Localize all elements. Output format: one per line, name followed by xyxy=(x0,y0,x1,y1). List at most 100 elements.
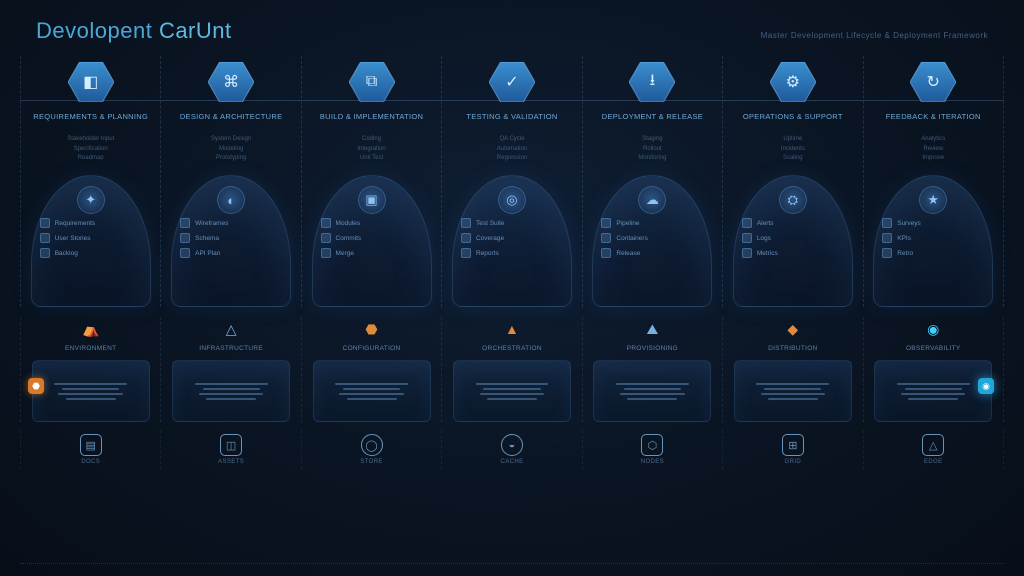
dome-item-label: Pipeline xyxy=(616,220,639,227)
platform-bar xyxy=(335,383,408,385)
dome-item: API Plan xyxy=(180,248,282,258)
dome-item: Wireframes xyxy=(180,218,282,228)
hex-glyph-icon: ⚙ xyxy=(786,72,800,92)
platform-panel xyxy=(874,360,992,422)
stage-subline: Rollout xyxy=(589,145,716,155)
dome-item-icon xyxy=(321,248,331,258)
platform-bar xyxy=(66,398,116,400)
dome-item-label: Requirements xyxy=(55,220,95,227)
platform-bar xyxy=(476,383,549,385)
footer-icon: ⬡ xyxy=(641,434,663,456)
dome-item-icon xyxy=(40,233,50,243)
footer-label: NODES xyxy=(641,459,664,465)
dome-item: Alerts xyxy=(742,218,844,228)
dome-item: Pipeline xyxy=(601,218,703,228)
stage-column: ⚙ OPERATIONS & SUPPORT UptimeIncidentsSc… xyxy=(722,56,862,307)
dome-icon: ◐ xyxy=(217,186,245,214)
dome-item: Logs xyxy=(742,233,844,243)
stage-hex-icon: ⚙ xyxy=(770,62,816,102)
platform-bar xyxy=(62,388,119,390)
dome-item: Retro xyxy=(882,248,984,258)
badge-build-icon: ⬣ xyxy=(28,378,44,394)
dome-item-label: API Plan xyxy=(195,250,220,257)
stage-column: ◧ REQUIREMENTS & PLANNING Stakeholder In… xyxy=(20,56,160,307)
dome-item-label: User Stories xyxy=(55,235,91,242)
stage-hex-icon: ⌘ xyxy=(208,62,254,102)
stage-dome: ☁ Pipeline Containers Release xyxy=(592,175,712,307)
stage-column: ↻ FEEDBACK & ITERATION AnalyticsReviewIm… xyxy=(863,56,1004,307)
footer-label: STORE xyxy=(360,459,383,465)
stage-column: ⧉ BUILD & IMPLEMENTATION CodingIntegrati… xyxy=(301,56,441,307)
hex-glyph-icon: ✓ xyxy=(505,72,518,92)
platform-label: ORCHESTRATION xyxy=(482,345,542,354)
platform-row: ⛺ ENVIRONMENT △ INFRASTRUCTURE ⬣ CONFIGU… xyxy=(0,317,1024,422)
platform-bar xyxy=(624,388,681,390)
footer-icon: ◫ xyxy=(220,434,242,456)
footer-icon: ◯ xyxy=(361,434,383,456)
footer-column: ◫ ASSETS xyxy=(160,430,300,469)
platform-label: ENVIRONMENT xyxy=(65,345,116,354)
dome-item-label: Containers xyxy=(616,235,647,242)
hex-glyph-icon: ◧ xyxy=(83,72,98,92)
dome-icon: ★ xyxy=(919,186,947,214)
hex-glyph-icon: ⧉ xyxy=(366,73,377,91)
dome-item-label: Schema xyxy=(195,235,219,242)
stage-subline: QA Cycle xyxy=(448,135,575,145)
stage-column: ⌘ DESIGN & ARCHITECTURE System DesignMod… xyxy=(160,56,300,307)
stage-subline: Staging xyxy=(589,135,716,145)
hex-glyph-icon: ⭳ xyxy=(650,69,656,96)
platform-icon: ◆ xyxy=(779,317,807,341)
dome-item-icon xyxy=(742,248,752,258)
platform-column: ⬣ CONFIGURATION xyxy=(301,317,441,422)
dome-item-icon xyxy=(461,218,471,228)
dome-item: Requirements xyxy=(40,218,142,228)
stage-subline: Improve xyxy=(870,154,997,164)
dome-icon: ⛭ xyxy=(779,186,807,214)
platform-icon: △ xyxy=(217,317,245,341)
dome-item-label: Merge xyxy=(336,250,354,257)
platform-icon: ◉ xyxy=(919,317,947,341)
stage-title: FEEDBACK & ITERATION xyxy=(870,112,997,132)
stage-hex-icon: ✓ xyxy=(489,62,535,102)
stage-title: BUILD & IMPLEMENTATION xyxy=(308,112,435,132)
dome-item-icon xyxy=(742,218,752,228)
dome-item-icon xyxy=(601,218,611,228)
stage-subline: Unit Test xyxy=(308,154,435,164)
platform-bar xyxy=(908,398,958,400)
stage-dome: ✦ Requirements User Stories Backlog xyxy=(31,175,151,307)
stage-title: DESIGN & ARCHITECTURE xyxy=(167,112,294,132)
platform-panel xyxy=(172,360,290,422)
badge-monitor-icon: ◉ xyxy=(978,378,994,394)
stage-sublines: QA CycleAutomationRegression xyxy=(448,135,575,167)
platform-column: ⛺ ENVIRONMENT xyxy=(20,317,160,422)
stage-subline: System Design xyxy=(167,135,294,145)
dome-item-icon xyxy=(882,233,892,243)
stage-column: ✓ TESTING & VALIDATION QA CycleAutomatio… xyxy=(441,56,581,307)
baseline-rule xyxy=(20,563,1004,564)
dome-item: KPIs xyxy=(882,233,984,243)
stage-dome: ▣ Modules Commits Merge xyxy=(312,175,432,307)
footer-label: ASSETS xyxy=(218,459,244,465)
platform-bar xyxy=(206,398,256,400)
stage-subline: Incidents xyxy=(729,145,856,155)
stage-sublines: Stakeholder InputSpecificationRoadmap xyxy=(27,135,154,167)
platform-bar xyxy=(487,398,537,400)
platform-bar xyxy=(483,388,540,390)
dome-icon: ◎ xyxy=(498,186,526,214)
dome-item-label: Test Suite xyxy=(476,220,505,227)
platform-bar xyxy=(620,393,684,395)
title-word-a: Devolopent xyxy=(36,18,152,43)
dome-item: Metrics xyxy=(742,248,844,258)
stage-hex-icon: ↻ xyxy=(910,62,956,102)
stage-subline: Coding xyxy=(308,135,435,145)
dome-item-icon xyxy=(461,248,471,258)
platform-column: ⛰ PROVISIONING xyxy=(582,317,722,422)
footer-column: ◯ STORE xyxy=(301,430,441,469)
stage-columns: ◧ REQUIREMENTS & PLANNING Stakeholder In… xyxy=(0,52,1024,307)
dome-item: Containers xyxy=(601,233,703,243)
platform-bar xyxy=(58,393,122,395)
stage-dome: ⛭ Alerts Logs Metrics xyxy=(733,175,853,307)
footer-label: CACHE xyxy=(500,459,523,465)
dome-item-icon xyxy=(180,248,190,258)
platform-label: OBSERVABILITY xyxy=(906,345,961,354)
